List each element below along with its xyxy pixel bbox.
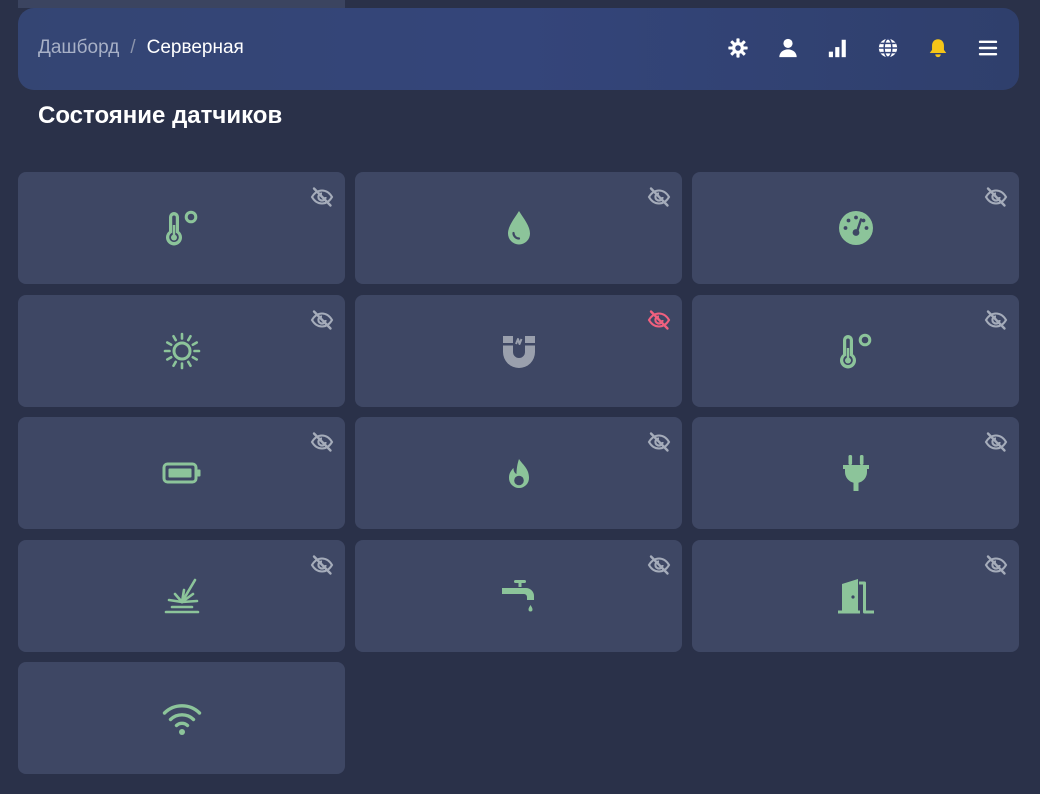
- sensor-tile[interactable]: [355, 417, 682, 529]
- visibility-toggle-eye-slash-icon[interactable]: [310, 553, 334, 577]
- thermometer-icon: [162, 208, 202, 248]
- visibility-toggle-eye-slash-icon[interactable]: [984, 553, 1008, 577]
- gear-icon[interactable]: [727, 37, 749, 59]
- header-bar: Дашборд / Серверная: [18, 8, 1019, 90]
- user-icon[interactable]: [777, 37, 799, 59]
- fire-icon: [499, 453, 539, 493]
- door-icon: [836, 576, 876, 616]
- sensor-tile[interactable]: [692, 172, 1019, 284]
- visibility-toggle-eye-slash-icon[interactable]: [647, 553, 671, 577]
- water-drop-icon: [499, 208, 539, 248]
- gauge-icon: [836, 208, 876, 248]
- top-strip: [18, 0, 345, 8]
- page-title: Состояние датчиков: [38, 102, 283, 129]
- sensor-tile[interactable]: [692, 294, 1019, 407]
- visibility-toggle-eye-slash-icon[interactable]: [647, 185, 671, 209]
- breadcrumb-root-link[interactable]: Дашборд: [38, 36, 119, 60]
- visibility-toggle-eye-slash-icon[interactable]: [984, 308, 1008, 332]
- visibility-toggle-eye-slash-icon[interactable]: [647, 430, 671, 454]
- sensor-tile[interactable]: [18, 417, 345, 529]
- magnet-icon: [499, 331, 539, 371]
- signal-bars-icon[interactable]: [827, 37, 849, 59]
- motion-burst-icon: [162, 576, 202, 616]
- wifi-icon: [162, 698, 202, 738]
- bell-icon[interactable]: [927, 37, 949, 59]
- breadcrumb: Дашборд / Серверная: [38, 36, 244, 60]
- thermometer-icon: [836, 331, 876, 371]
- battery-icon: [162, 453, 202, 493]
- sensor-tile[interactable]: [18, 662, 345, 774]
- sensor-tile[interactable]: [355, 172, 682, 284]
- breadcrumb-separator: /: [130, 37, 136, 58]
- sensor-tile[interactable]: [355, 294, 682, 407]
- faucet-icon: [499, 576, 539, 616]
- header-toolbar: [727, 37, 999, 59]
- visibility-toggle-eye-slash-icon[interactable]: [984, 185, 1008, 209]
- sensor-grid: [18, 172, 1019, 774]
- plug-icon: [836, 453, 876, 493]
- visibility-toggle-eye-slash-icon[interactable]: [310, 430, 334, 454]
- visibility-toggle-eye-slash-icon[interactable]: [310, 185, 334, 209]
- breadcrumb-current: Серверная: [146, 37, 244, 58]
- menu-icon[interactable]: [977, 37, 999, 59]
- sensor-tile[interactable]: [692, 539, 1019, 652]
- sun-icon: [162, 331, 202, 371]
- sensor-tile[interactable]: [692, 417, 1019, 529]
- sensor-tile[interactable]: [18, 539, 345, 652]
- sensor-tile[interactable]: [355, 539, 682, 652]
- sensor-tile[interactable]: [18, 294, 345, 407]
- visibility-toggle-eye-slash-icon[interactable]: [310, 308, 334, 332]
- sensor-tile[interactable]: [18, 172, 345, 284]
- visibility-toggle-eye-slash-icon[interactable]: [984, 430, 1008, 454]
- visibility-toggle-eye-slash-icon[interactable]: [647, 308, 671, 332]
- globe-icon[interactable]: [877, 37, 899, 59]
